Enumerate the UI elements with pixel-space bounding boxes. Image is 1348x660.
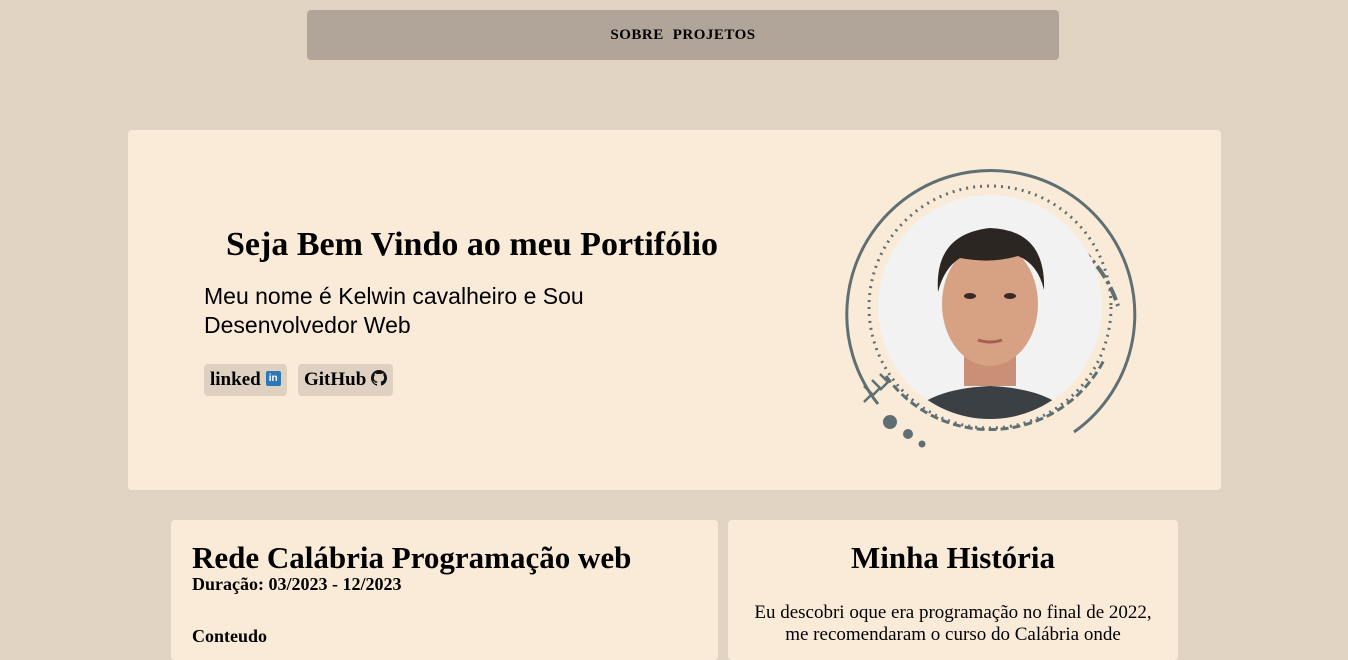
course-content-heading: Conteudo: [192, 626, 268, 646]
profile-photo-frame: [842, 164, 1138, 456]
course-title: Rede Calábria Programação web: [192, 540, 632, 575]
profile-ring-decoration: [845, 169, 1137, 448]
nav-link-projetos[interactable]: PROJETOS: [673, 27, 756, 44]
linkedin-label: linked: [210, 369, 261, 390]
course-duration: Duração: 03/2023 - 12/2023: [192, 574, 402, 594]
nav-link-sobre[interactable]: SOBRE: [610, 27, 663, 44]
github-button[interactable]: GitHub: [298, 364, 394, 396]
hero-title: Seja Bem Vindo ao meu Portifólio: [226, 226, 719, 263]
history-title: Minha História: [850, 540, 1056, 575]
history-card: Minha História Eu descobri oque era prog…: [728, 520, 1178, 660]
linkedin-button[interactable]: linked in: [204, 364, 287, 396]
linkedin-icon: in: [265, 370, 281, 386]
course-card: Rede Calábria Programação web Duração: 0…: [171, 520, 718, 660]
hero-card: Seja Bem Vindo ao meu Portifólio Meu nom…: [128, 130, 1221, 490]
top-nav: SOBRE PROJETOS: [307, 10, 1059, 60]
hero-subtitle: Meu nome é Kelwin cavalheiro e Sou Desen…: [204, 283, 584, 338]
history-text: Eu descobri oque era programação no fina…: [754, 602, 1152, 645]
github-label: GitHub: [304, 369, 367, 390]
github-icon: [371, 370, 388, 386]
